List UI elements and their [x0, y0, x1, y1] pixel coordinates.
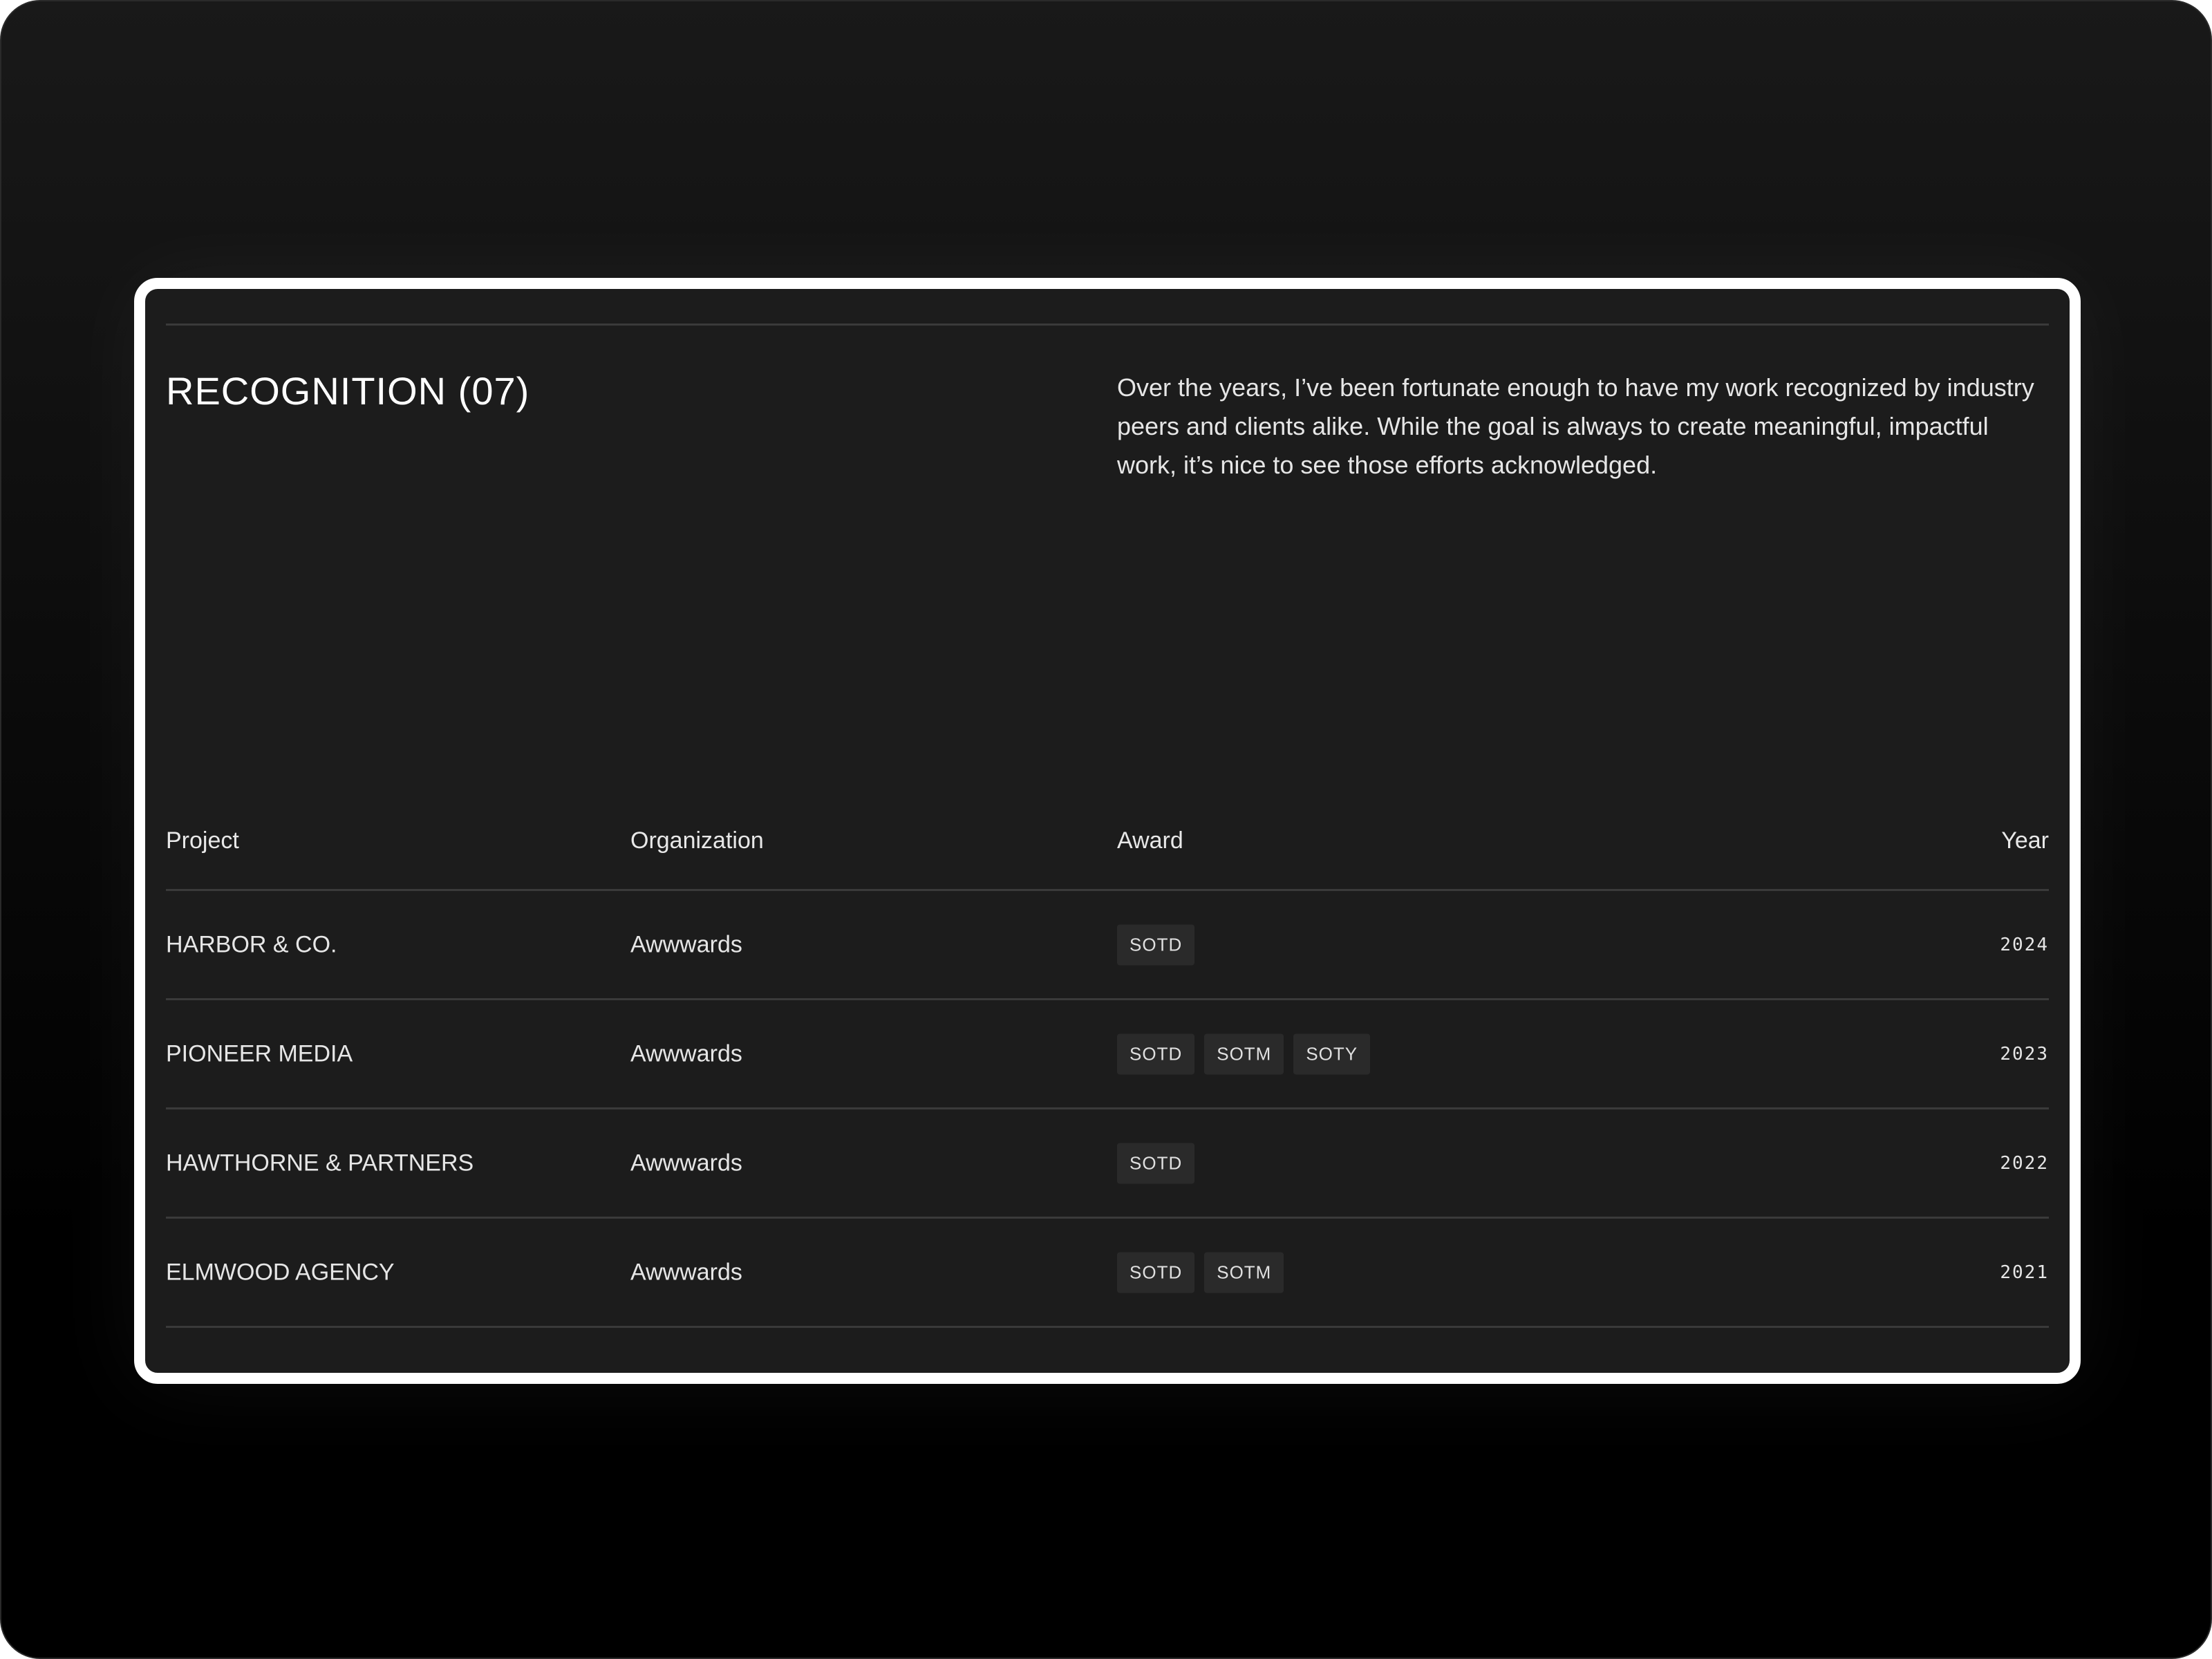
award-list: SOTD SOTM SOTY: [1117, 1033, 1371, 1074]
project-name: HAWTHORNE & PARTNERS: [166, 1150, 474, 1176]
award-list: SOTD: [1117, 1143, 1195, 1183]
project-name: HARBOR & CO.: [166, 931, 337, 957]
recognition-table: Project Organization Award Year HARBOR &…: [166, 796, 2049, 1328]
award-list: SOTD SOTM: [1117, 1252, 1284, 1293]
award-badge: SOTY: [1293, 1033, 1371, 1074]
award-year: 2024: [2000, 934, 2049, 955]
header-year: Year: [2001, 827, 2049, 854]
organization-name: Awwwards: [630, 931, 742, 957]
table-row[interactable]: PIONEER MEDIA Awwwards SOTD SOTM SOTY 20…: [166, 1000, 2049, 1109]
award-badge: SOTD: [1117, 1033, 1195, 1074]
award-badge: SOTD: [1117, 924, 1195, 965]
award-badge: SOTD: [1117, 1143, 1195, 1183]
recognition-card: RECOGNITION (07) Over the years, I’ve be…: [134, 278, 2081, 1384]
award-year: 2021: [2000, 1262, 2049, 1283]
award-badge: SOTD: [1117, 1252, 1195, 1293]
table-row[interactable]: ELMWOOD AGENCY Awwwards SOTD SOTM 2021: [166, 1219, 2049, 1328]
project-name: ELMWOOD AGENCY: [166, 1259, 395, 1285]
award-badge: SOTM: [1204, 1252, 1284, 1293]
header-organization: Organization: [630, 827, 764, 854]
project-name: PIONEER MEDIA: [166, 1040, 353, 1067]
recognition-section: RECOGNITION (07) Over the years, I’ve be…: [166, 324, 2049, 1328]
organization-name: Awwwards: [630, 1040, 742, 1067]
section-intro: Over the years, I’ve been fortunate enou…: [1117, 373, 2034, 479]
organization-name: Awwwards: [630, 1150, 742, 1176]
header-award: Award: [1117, 827, 1183, 854]
award-list: SOTD: [1117, 924, 1195, 965]
award-year: 2022: [2000, 1152, 2049, 1174]
page-backdrop: RECOGNITION (07) Over the years, I’ve be…: [0, 0, 2212, 1659]
organization-name: Awwwards: [630, 1259, 742, 1285]
table-row[interactable]: HAWTHORNE & PARTNERS Awwwards SOTD 2022: [166, 1109, 2049, 1219]
header-project: Project: [166, 827, 239, 854]
section-header: RECOGNITION (07) Over the years, I’ve be…: [166, 326, 2049, 796]
award-badge: SOTM: [1204, 1033, 1284, 1074]
table-header-row: Project Organization Award Year: [166, 796, 2049, 891]
section-title: RECOGNITION (07): [166, 369, 530, 413]
award-year: 2023: [2000, 1043, 2049, 1065]
table-row[interactable]: HARBOR & CO. Awwwards SOTD 2024: [166, 891, 2049, 1000]
